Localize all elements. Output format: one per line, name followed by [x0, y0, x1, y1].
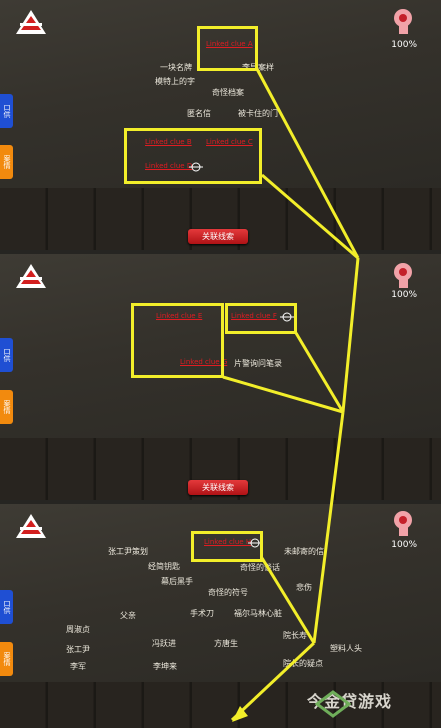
testimony-tab[interactable]: 口供 — [0, 338, 13, 372]
clue-item[interactable]: 张工尹 — [66, 644, 90, 655]
clue-item[interactable]: 塑料人头 — [330, 643, 362, 654]
case-tab[interactable]: 案情 — [0, 390, 13, 424]
sanity-percent: 100% — [391, 290, 417, 300]
brain-head-icon — [394, 9, 412, 34]
clue-item[interactable]: 方唐生 — [214, 638, 238, 649]
clue-item[interactable]: 李军 — [70, 661, 86, 672]
testimony-tab[interactable]: 口供 — [0, 590, 13, 624]
clue-item[interactable]: 被卡住的门 — [238, 108, 278, 119]
highlight-box — [197, 26, 258, 71]
clue-item[interactable]: 周淑贞 — [66, 624, 90, 635]
clue-item[interactable]: 院长的疑点 — [283, 658, 323, 669]
brain-head-icon — [394, 511, 412, 536]
sanity-percent: 100% — [391, 540, 417, 550]
clue-item[interactable]: 父亲 — [120, 610, 136, 621]
highlight-box — [191, 531, 263, 562]
case-tab[interactable]: 案情 — [0, 642, 13, 676]
link-clues-button[interactable]: 关联线索 — [188, 480, 248, 495]
clue-item[interactable]: 一块名牌 — [160, 62, 192, 73]
clue-item[interactable]: 奇怪的符号 — [208, 587, 248, 598]
clue-item[interactable]: 张工尹策划 — [108, 546, 148, 557]
clue-item[interactable]: 未邮寄的信 — [284, 546, 324, 557]
clue-item[interactable]: 幕后黑手 — [161, 576, 193, 587]
sanity-percent: 100% — [391, 40, 417, 50]
link-clues-button[interactable]: 关联线索 — [188, 229, 248, 244]
clue-item[interactable]: 冯跃进 — [152, 638, 176, 649]
testimony-tab[interactable]: 口供 — [0, 94, 13, 128]
clue-item[interactable]: 李坤来 — [153, 661, 177, 672]
brain-head-icon — [394, 263, 412, 288]
highlight-box — [124, 128, 262, 184]
case-tab[interactable]: 案情 — [0, 145, 13, 179]
pyramid-icon[interactable] — [14, 262, 48, 290]
clue-item[interactable]: 悲伤 — [296, 582, 312, 593]
clue-item[interactable]: 经简钥匙 — [148, 561, 180, 572]
clue-item[interactable]: 福尔马林心脏 — [234, 608, 282, 619]
clue-item[interactable]: 片警询问笔录 — [234, 358, 282, 369]
highlight-box — [225, 303, 297, 334]
clue-item[interactable]: 院长寿 — [283, 630, 307, 641]
clue-item[interactable]: 手术刀 — [190, 608, 214, 619]
clue-item[interactable]: 奇怪档案 — [212, 87, 244, 98]
pyramid-icon[interactable] — [14, 8, 48, 36]
highlight-box — [131, 303, 224, 378]
clue-item[interactable]: 匿名信 — [187, 108, 211, 119]
pyramid-icon[interactable] — [14, 512, 48, 540]
clue-item[interactable]: 模特上的字 — [155, 76, 195, 87]
watermark-logo-icon — [315, 690, 351, 718]
clue-item[interactable]: 奇怪的谈话 — [240, 562, 280, 573]
